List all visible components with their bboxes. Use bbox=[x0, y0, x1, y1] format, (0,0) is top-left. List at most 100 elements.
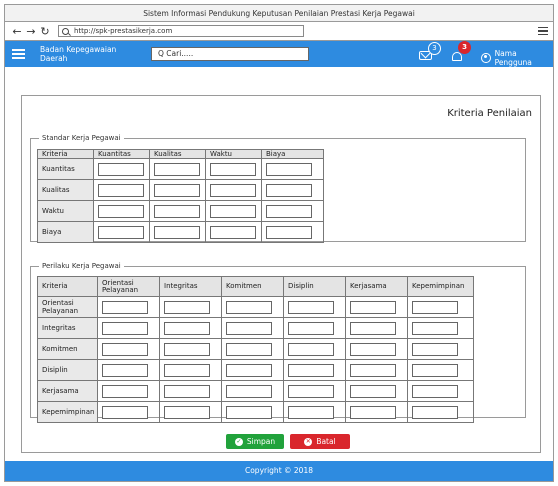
score-input[interactable] bbox=[102, 384, 148, 398]
score-input[interactable] bbox=[412, 363, 458, 377]
row-label: Kerjasama bbox=[37, 380, 98, 402]
perilaku-kerja-section: Perilaku Kerja Pegawai Kriteria Orientas… bbox=[30, 262, 526, 423]
score-input[interactable] bbox=[412, 321, 458, 335]
score-input[interactable] bbox=[412, 384, 458, 398]
score-input[interactable] bbox=[102, 321, 148, 335]
search-icon bbox=[62, 27, 69, 35]
search-input[interactable]: Q Cari..... bbox=[151, 47, 309, 61]
browser-menu-icon[interactable] bbox=[538, 25, 548, 38]
score-input[interactable] bbox=[350, 363, 396, 377]
user-avatar-icon bbox=[481, 53, 491, 63]
row-label: Integritas bbox=[37, 317, 98, 339]
score-input[interactable] bbox=[164, 384, 210, 398]
score-input[interactable] bbox=[350, 321, 396, 335]
score-input[interactable] bbox=[210, 204, 256, 218]
score-input[interactable] bbox=[226, 363, 272, 377]
notifications-badge: 3 bbox=[458, 41, 471, 54]
score-input[interactable] bbox=[350, 384, 396, 398]
score-input[interactable] bbox=[226, 384, 272, 398]
perilaku-legend: Perilaku Kerja Pegawai bbox=[42, 262, 121, 270]
score-input[interactable] bbox=[154, 162, 200, 176]
score-input[interactable] bbox=[412, 405, 458, 419]
score-input[interactable] bbox=[164, 363, 210, 377]
score-input[interactable] bbox=[412, 342, 458, 356]
score-input[interactable] bbox=[210, 225, 256, 239]
save-button[interactable]: ✓ Simpan bbox=[226, 434, 284, 449]
score-input[interactable] bbox=[164, 405, 210, 419]
score-input[interactable] bbox=[102, 405, 148, 419]
back-arrow-icon[interactable]: ← bbox=[10, 25, 24, 38]
score-input[interactable] bbox=[102, 363, 148, 377]
score-input[interactable] bbox=[350, 300, 396, 314]
table-row: Integritas bbox=[37, 317, 474, 339]
close-circle-icon: ✕ bbox=[304, 437, 313, 446]
score-input[interactable] bbox=[210, 183, 256, 197]
header-cell: Kepemimpinan bbox=[407, 276, 474, 297]
table-row: Disiplin bbox=[37, 359, 474, 381]
table-row: Kuantitas bbox=[37, 158, 324, 180]
header-cell: Kriteria bbox=[37, 276, 98, 297]
header-cell: Biaya bbox=[261, 149, 324, 159]
standar-legend: Standar Kerja Pegawai bbox=[42, 134, 121, 142]
score-input[interactable] bbox=[266, 162, 312, 176]
score-input[interactable] bbox=[288, 342, 334, 356]
header-cell: Orientasi Pelayanan bbox=[97, 276, 160, 297]
score-input[interactable] bbox=[164, 342, 210, 356]
bell-icon[interactable] bbox=[452, 52, 462, 61]
header-cell: Kerjasama bbox=[345, 276, 408, 297]
score-input[interactable] bbox=[350, 342, 396, 356]
row-label: Komitmen bbox=[37, 338, 98, 360]
hamburger-menu-icon[interactable] bbox=[12, 47, 25, 61]
url-field[interactable]: http://spk-prestasikerja.com bbox=[58, 25, 304, 37]
header-cell: Integritas bbox=[159, 276, 222, 297]
header-cell: Komitmen bbox=[221, 276, 284, 297]
score-input[interactable] bbox=[350, 405, 396, 419]
score-input[interactable] bbox=[288, 321, 334, 335]
cancel-label: Batal bbox=[316, 437, 336, 446]
cancel-button[interactable]: ✕ Batal bbox=[290, 434, 350, 449]
score-input[interactable] bbox=[98, 225, 144, 239]
score-input[interactable] bbox=[226, 342, 272, 356]
check-circle-icon: ✓ bbox=[234, 437, 243, 446]
forward-arrow-icon[interactable]: → bbox=[24, 25, 38, 38]
score-input[interactable] bbox=[98, 162, 144, 176]
score-input[interactable] bbox=[288, 300, 334, 314]
score-input[interactable] bbox=[102, 342, 148, 356]
score-input[interactable] bbox=[412, 300, 458, 314]
reload-icon[interactable]: ↻ bbox=[38, 25, 52, 38]
score-input[interactable] bbox=[288, 405, 334, 419]
row-label: Kuantitas bbox=[37, 158, 94, 180]
score-input[interactable] bbox=[164, 300, 210, 314]
score-input[interactable] bbox=[288, 384, 334, 398]
score-input[interactable] bbox=[98, 183, 144, 197]
user-menu[interactable]: Nama Pengguna bbox=[481, 49, 553, 67]
score-input[interactable] bbox=[226, 405, 272, 419]
score-input[interactable] bbox=[266, 204, 312, 218]
score-input[interactable] bbox=[164, 321, 210, 335]
row-label: Kualitas bbox=[37, 179, 94, 201]
score-input[interactable] bbox=[288, 363, 334, 377]
footer: Copyright © 2018 bbox=[5, 461, 553, 481]
score-input[interactable] bbox=[266, 183, 312, 197]
perilaku-header-row: Kriteria Orientasi Pelayanan Integritas … bbox=[37, 276, 474, 297]
score-input[interactable] bbox=[266, 225, 312, 239]
row-label: Waktu bbox=[37, 200, 94, 222]
score-input[interactable] bbox=[226, 321, 272, 335]
table-row: Orientasi Pelayanan bbox=[37, 296, 474, 318]
score-input[interactable] bbox=[226, 300, 272, 314]
score-input[interactable] bbox=[102, 300, 148, 314]
table-row: Kerjasama bbox=[37, 380, 474, 402]
row-label: Orientasi Pelayanan bbox=[37, 296, 98, 318]
messages-badge: 3 bbox=[428, 42, 441, 55]
address-bar: ← → ↻ http://spk-prestasikerja.com bbox=[5, 22, 553, 41]
score-input[interactable] bbox=[210, 162, 256, 176]
score-input[interactable] bbox=[154, 204, 200, 218]
score-input[interactable] bbox=[154, 225, 200, 239]
score-input[interactable] bbox=[154, 183, 200, 197]
table-row: Biaya bbox=[37, 221, 324, 243]
browser-window: Sistem Informasi Pendukung Keputusan Pen… bbox=[4, 4, 554, 482]
row-label: Biaya bbox=[37, 221, 94, 243]
score-input[interactable] bbox=[98, 204, 144, 218]
main-panel: Kriteria Penilaian Standar Kerja Pegawai… bbox=[21, 95, 541, 453]
url-text: http://spk-prestasikerja.com bbox=[74, 27, 173, 35]
